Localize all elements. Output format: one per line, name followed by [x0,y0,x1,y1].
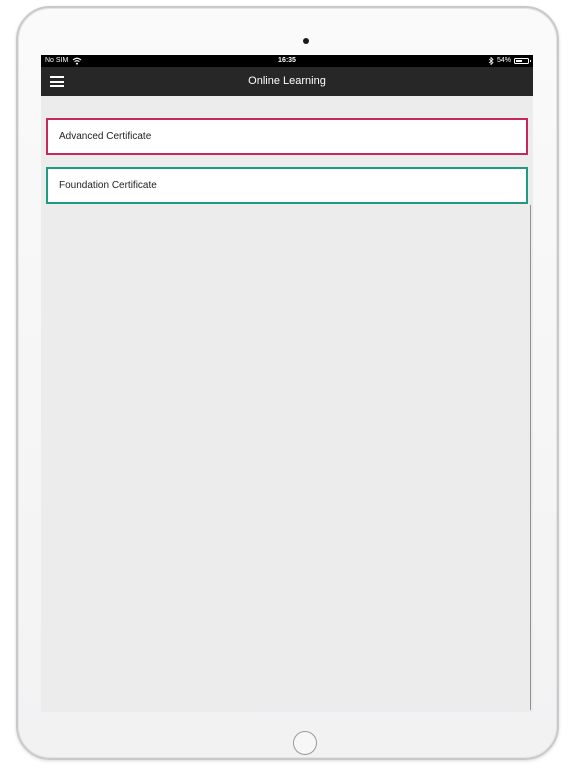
navigation-bar: Online Learning [41,67,533,96]
page-title: Online Learning [248,75,326,87]
status-bar: No SIM 16:35 54% [41,55,533,67]
battery-level [516,60,522,62]
home-button[interactable] [293,731,317,755]
battery-percent: 54% [496,57,511,64]
front-camera [303,38,309,44]
course-item-advanced-certificate[interactable]: Advanced Certificate [46,118,528,155]
battery-icon [514,58,531,64]
scroll-indicator [530,205,531,710]
bluetooth-icon [488,57,494,65]
app-screen: No SIM 16:35 54% Online Learning Advance [41,55,533,712]
course-item-foundation-certificate[interactable]: Foundation Certificate [46,167,528,204]
status-time: 16:35 [278,57,296,64]
status-right: 54% [488,55,531,67]
